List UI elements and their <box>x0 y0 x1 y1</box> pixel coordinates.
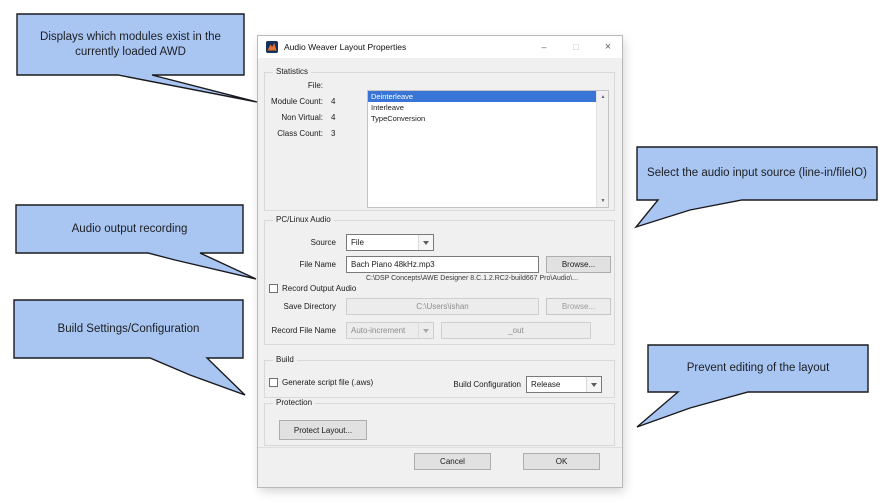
close-icon[interactable]: × <box>593 36 623 57</box>
callout-source-bubble <box>636 147 877 227</box>
non-virtual-label: Non Virtual: <box>265 113 323 122</box>
class-count-value: 3 <box>331 129 335 138</box>
protection-group-label: Protection <box>273 398 315 407</box>
callout-recording-bubble <box>16 205 256 279</box>
window-title: Audio Weaver Layout Properties <box>284 36 406 58</box>
callout-modules-bubble <box>17 14 257 102</box>
scroll-up-icon[interactable]: ▲ <box>597 91 609 103</box>
source-dropdown[interactable]: File <box>346 234 434 251</box>
file-browse-button[interactable]: Browse... <box>546 256 611 273</box>
build-group-label: Build <box>273 355 297 364</box>
file-name-label: File Name <box>265 260 336 269</box>
record-output-audio-label: Record Output Audio <box>282 284 356 293</box>
file-label: File: <box>265 81 323 90</box>
module-count-label: Module Count: <box>265 97 323 106</box>
pc-linux-audio-group-label: PC/Linux Audio <box>273 215 334 224</box>
callout-protection-text: Prevent editing of the layout <box>648 345 868 392</box>
build-configuration-dropdown[interactable]: Release <box>526 376 602 393</box>
screenshot-stage: Audio Weaver Layout Properties – □ × Sta… <box>0 0 885 503</box>
chevron-down-icon <box>418 323 433 338</box>
module-list-items: Deinterleave Interleave TypeConversion <box>368 91 596 207</box>
statistics-group: Statistics File: Module Count: Non Virtu… <box>264 72 615 211</box>
callout-source-text: Select the audio input source (line-in/f… <box>637 147 877 200</box>
footer-divider <box>258 447 622 448</box>
minimize-icon[interactable]: – <box>529 36 559 57</box>
chevron-down-icon <box>418 235 433 250</box>
callout-build-text: Build Settings/Configuration <box>14 300 243 358</box>
callout-recording-text: Audio output recording <box>16 205 243 253</box>
generate-script-label: Generate script file (.aws) <box>282 378 373 387</box>
callout-protection-bubble <box>637 345 868 427</box>
save-directory-field: C:\Users\ishan <box>346 298 539 315</box>
protection-group: Protection Protect Layout... <box>264 403 615 446</box>
chevron-down-icon <box>586 377 601 392</box>
record-output-audio-checkbox[interactable] <box>269 284 278 293</box>
ok-button[interactable]: OK <box>523 453 600 470</box>
build-configuration-value: Release <box>531 380 560 389</box>
audio-weaver-layout-properties-dialog: Audio Weaver Layout Properties – □ × Sta… <box>258 36 622 487</box>
generate-script-checkbox[interactable] <box>269 378 278 387</box>
title-bar: Audio Weaver Layout Properties – □ × <box>258 36 622 58</box>
record-file-suffix-field: _out <box>441 322 591 339</box>
app-icon <box>266 41 278 53</box>
record-file-name-label: Record File Name <box>265 326 336 335</box>
maximize-icon[interactable]: □ <box>561 36 591 57</box>
cancel-button[interactable]: Cancel <box>414 453 491 470</box>
source-label: Source <box>265 238 336 247</box>
callout-modules-text: Displays which modules exist in the curr… <box>17 14 244 75</box>
module-count-value: 4 <box>331 97 335 106</box>
file-path-text: C:\DSP Concepts\AWE Designer 8.C.1.2.RC2… <box>329 275 615 282</box>
module-listbox[interactable]: Deinterleave Interleave TypeConversion ▲… <box>367 90 609 208</box>
listbox-scrollbar[interactable]: ▲ ▼ <box>596 91 608 207</box>
record-file-name-value: Auto-increment <box>351 326 405 335</box>
class-count-label: Class Count: <box>265 129 323 138</box>
list-item[interactable]: Interleave <box>368 102 596 113</box>
source-value: File <box>351 238 364 247</box>
save-directory-label: Save Directory <box>265 302 336 311</box>
save-directory-browse-button: Browse... <box>546 298 611 315</box>
protect-layout-button[interactable]: Protect Layout... <box>279 420 367 440</box>
statistics-group-label: Statistics <box>273 67 311 76</box>
list-item[interactable]: Deinterleave <box>368 91 596 102</box>
list-item[interactable]: TypeConversion <box>368 113 596 124</box>
build-group: Build Generate script file (.aws) Build … <box>264 360 615 398</box>
callout-build-bubble <box>14 300 245 395</box>
build-configuration-label: Build Configuration <box>421 380 521 389</box>
scroll-down-icon[interactable]: ▼ <box>597 195 609 207</box>
file-name-input[interactable]: Bach Piano 48kHz.mp3 <box>346 256 539 273</box>
record-file-name-dropdown: Auto-increment <box>346 322 434 339</box>
pc-linux-audio-group: PC/Linux Audio Source File File Name Bac… <box>264 220 615 345</box>
non-virtual-value: 4 <box>331 113 335 122</box>
